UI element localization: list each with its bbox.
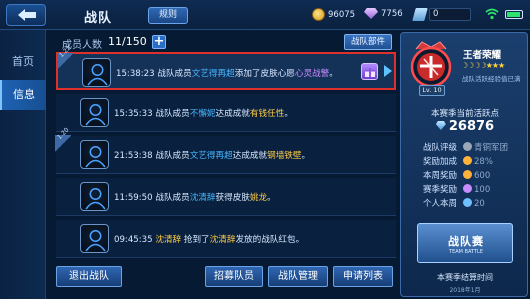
member-count: 11/150 bbox=[108, 35, 147, 48]
activity-value: 26876 bbox=[401, 119, 529, 134]
back-button[interactable] bbox=[6, 4, 46, 26]
gold-coin-icon bbox=[312, 8, 325, 21]
diamond-currency: 7756 bbox=[364, 8, 403, 19]
season-end-label: 本赛季结算时间 bbox=[437, 273, 493, 282]
battle-title: 战队赛 bbox=[448, 235, 484, 248]
team-battle-card[interactable]: 战队赛 TEAM BATTLE bbox=[417, 223, 513, 263]
stat-row-weekly: 本周奖励 600 bbox=[423, 170, 491, 181]
stat-row-personal: 个人本周 20 bbox=[423, 198, 485, 209]
avatar[interactable] bbox=[80, 140, 109, 169]
recruit-button[interactable]: 招募队员 bbox=[205, 266, 263, 287]
activity-label: 本赛季当前活跃点 bbox=[430, 109, 499, 119]
silhouette-icon bbox=[85, 146, 106, 168]
diamond-icon bbox=[463, 184, 472, 193]
page-title: 战队 bbox=[84, 11, 113, 26]
feed-row[interactable]: 09:45:35 沈清辞 抢到了沈清辞发放的战队红包。 bbox=[56, 220, 396, 258]
side-nav: 首页 信息 bbox=[0, 30, 46, 299]
rating-icon bbox=[463, 142, 472, 151]
nav-item-home[interactable]: 首页 bbox=[0, 47, 46, 77]
chevron-right-icon[interactable] bbox=[384, 65, 392, 77]
silhouette-icon bbox=[85, 230, 106, 252]
team-parts-button[interactable]: 战队部件 bbox=[344, 34, 392, 50]
rank-stars: ☽☽☽☽★★★ bbox=[461, 61, 505, 70]
feed-row[interactable]: 11:59:50 战队成员沈清辞获得皮肤姚龙。 bbox=[56, 178, 396, 216]
battery-icon bbox=[505, 10, 523, 19]
stat-row-bonus: 奖励加成 28% bbox=[423, 156, 493, 167]
rules-button[interactable]: 规则 bbox=[148, 7, 188, 24]
gold-currency: 96075 bbox=[312, 8, 355, 21]
gift-icon[interactable] bbox=[361, 63, 378, 80]
level-badge: Lv. 10 bbox=[419, 85, 445, 96]
gem-icon bbox=[435, 121, 446, 130]
diamond-amount: 7756 bbox=[381, 8, 403, 19]
rank-title: 王者荣耀 bbox=[463, 50, 502, 61]
applications-button[interactable]: 申请列表 bbox=[333, 266, 393, 287]
feed-message: 21:53:38 战队成员文艺得再超达成成就钢墙铁壁。 bbox=[114, 151, 311, 161]
nav-item-info[interactable]: 信息 bbox=[0, 80, 46, 110]
diamond-icon bbox=[364, 8, 378, 19]
activity-feed: 1.22 15:38:23 战队成员文艺得再超添加了皮肤心愿心灵战警。 15:3… bbox=[55, 45, 396, 262]
stat-row-season: 赛季奖励 100 bbox=[423, 184, 491, 195]
team-info-panel: Lv. 10 王者荣耀 ☽☽☽☽★★★ 战队活跃经验值已满 本赛季当前活跃点 2… bbox=[400, 32, 528, 297]
add-member-button[interactable]: + bbox=[152, 35, 166, 49]
rank-subtitle: 战队活跃经验值已满 bbox=[462, 75, 521, 83]
manage-team-button[interactable]: 战队管理 bbox=[268, 266, 328, 287]
feed-message: 11:59:50 战队成员沈清辞获得皮肤姚龙。 bbox=[114, 193, 276, 203]
ticket-icon bbox=[412, 8, 428, 21]
ticket-currency: 0 bbox=[412, 8, 471, 21]
battle-subtitle: TEAM BATTLE bbox=[449, 249, 483, 255]
date-tag: 1.20 bbox=[55, 127, 71, 153]
gem-icon bbox=[463, 198, 472, 207]
avatar[interactable] bbox=[80, 182, 109, 211]
feed-row[interactable]: 15:35:33 战队成员不懈妮达成成就有钱任性。 bbox=[56, 94, 396, 132]
coin-icon bbox=[463, 170, 472, 179]
top-bar: 战队 规则 96075 7756 0 bbox=[0, 0, 530, 30]
back-arrow-icon bbox=[18, 9, 36, 21]
leave-team-button[interactable]: 退出战队 bbox=[56, 266, 122, 287]
avatar[interactable] bbox=[82, 58, 111, 87]
silhouette-icon bbox=[85, 188, 106, 210]
feed-message: 15:35:33 战队成员不懈妮达成成就有钱任性。 bbox=[114, 109, 293, 119]
silhouette-icon bbox=[85, 104, 106, 126]
stat-row-rating: 战队评级 青铜军团 bbox=[423, 142, 509, 153]
gold-amount: 96075 bbox=[328, 9, 356, 20]
season-end-date: 2018年1月 bbox=[449, 287, 481, 294]
silhouette-icon bbox=[87, 64, 108, 86]
feed-row[interactable]: 1.20 21:53:38 战队成员文艺得再超达成成就钢墙铁壁。 bbox=[55, 127, 396, 174]
feed-message: 09:45:35 沈清辞 抢到了沈清辞发放的战队红包。 bbox=[114, 235, 305, 245]
date-tag: 1.22 bbox=[57, 45, 73, 71]
avatar[interactable] bbox=[80, 224, 109, 253]
avatar[interactable] bbox=[80, 98, 109, 127]
wifi-icon bbox=[485, 8, 499, 20]
feed-row[interactable]: 1.22 15:38:23 战队成员文艺得再超添加了皮肤心愿心灵战警。 bbox=[56, 45, 396, 90]
ticket-amount: 0 bbox=[429, 8, 471, 21]
feed-message: 15:38:23 战队成员文艺得再超添加了皮肤心愿心灵战警。 bbox=[116, 69, 338, 79]
bonus-icon bbox=[463, 156, 472, 165]
